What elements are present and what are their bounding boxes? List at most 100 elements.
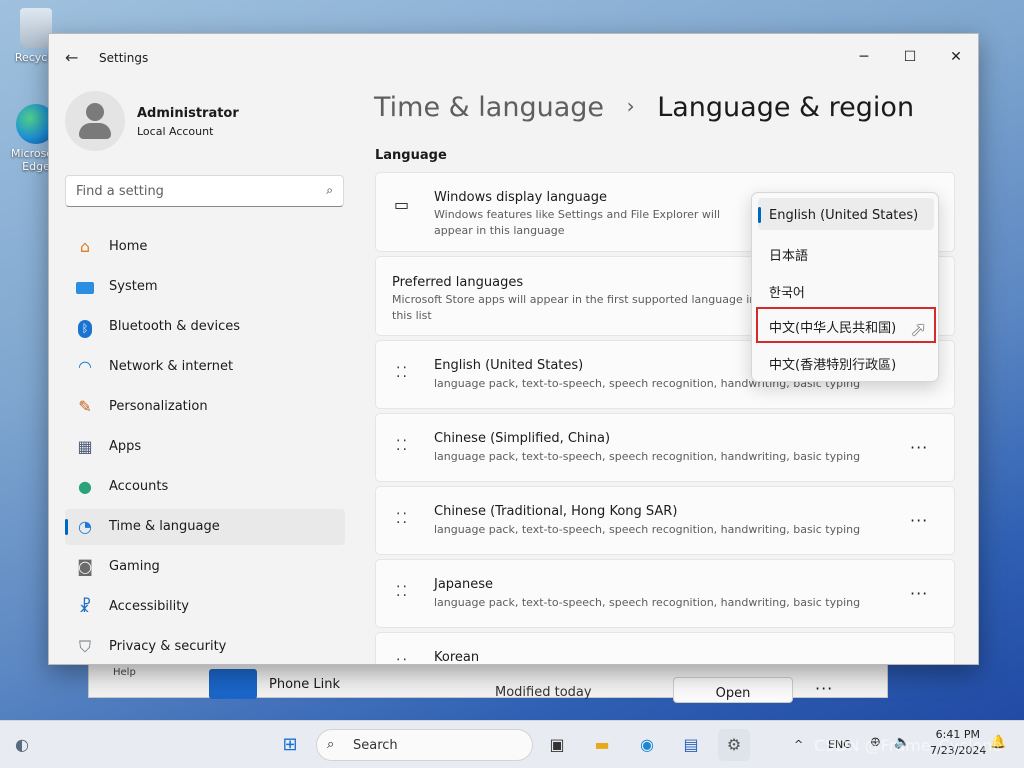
- display-language-description: Windows features like Settings and File …: [434, 208, 721, 237]
- language-name: Korean: [434, 650, 480, 665]
- language-name: Chinese (Simplified, China): [434, 431, 611, 446]
- start-icon[interactable]: ⊞: [274, 729, 306, 761]
- chevron-right-icon: ›: [626, 94, 635, 118]
- sidebar-item-label: Gaming: [109, 559, 160, 574]
- dropdown-option-english[interactable]: English (United States): [758, 198, 934, 230]
- accounts-icon: ●: [78, 477, 92, 496]
- language-features: language pack, text-to-speech, speech re…: [434, 596, 861, 609]
- sidebar-item-time-language[interactable]: ◔ Time & language: [65, 509, 345, 545]
- taskbar-search-label: Search: [353, 738, 398, 753]
- more-icon[interactable]: ···: [815, 679, 833, 698]
- edge-icon[interactable]: ◉: [631, 729, 663, 761]
- title-bar: ← Settings ─ ☐ ✕: [49, 34, 978, 82]
- drag-handle-icon[interactable]: ⁚⁚: [396, 366, 408, 385]
- sidebar-item-bluetooth[interactable]: ᛒ Bluetooth & devices: [65, 309, 345, 345]
- language-row[interactable]: ⁚⁚ Korean ···: [375, 632, 955, 665]
- avatar: [65, 91, 125, 151]
- more-options-button[interactable]: ···: [910, 657, 928, 664]
- laptop-icon: ▭: [394, 195, 410, 214]
- time-language-icon: ◔: [78, 517, 92, 536]
- back-arrow-icon[interactable]: ←: [65, 48, 78, 67]
- drag-handle-icon[interactable]: ⁚⁚: [396, 585, 408, 604]
- sidebar-item-gaming[interactable]: ◙ Gaming: [65, 549, 345, 585]
- preferred-languages-description: Microsoft Store apps will appear in the …: [392, 293, 757, 322]
- sidebar-item-label: Apps: [109, 439, 142, 454]
- phone-link-icon: [209, 669, 257, 699]
- taskbar-search[interactable]: ⌕ Search: [316, 729, 533, 761]
- sidebar-item-privacy[interactable]: ⛉ Privacy & security: [65, 629, 345, 664]
- language-name: Chinese (Traditional, Hong Kong SAR): [434, 504, 678, 519]
- background-window: Help Phone Link Modified today Open ···: [88, 660, 888, 703]
- sidebar-item-personalization[interactable]: ✎ Personalization: [65, 389, 345, 425]
- language-features: language pack, text-to-speech, speech re…: [434, 450, 861, 463]
- store-icon[interactable]: ▤: [675, 729, 707, 761]
- drag-handle-icon[interactable]: ⁚⁚: [396, 439, 408, 458]
- more-options-button[interactable]: ···: [910, 584, 928, 603]
- sidebar-item-label: System: [109, 279, 158, 294]
- language-row[interactable]: ⁚⁚ Japanese language pack, text-to-speec…: [375, 559, 955, 628]
- brush-icon: ✎: [78, 397, 92, 416]
- drag-handle-icon[interactable]: ⁚⁚: [396, 512, 408, 531]
- help-label: Help: [113, 667, 136, 678]
- sidebar-item-label: Privacy & security: [109, 639, 227, 654]
- task-view-icon[interactable]: ▣: [541, 729, 573, 761]
- preferred-languages-title: Preferred languages: [392, 275, 524, 290]
- home-icon: ⌂: [79, 237, 91, 256]
- sidebar-item-accounts[interactable]: ● Accounts: [65, 469, 345, 505]
- sidebar-item-accessibility[interactable]: ☧ Accessibility: [65, 589, 345, 625]
- user-name: Administrator: [137, 106, 239, 121]
- search-input[interactable]: [76, 184, 306, 199]
- dropdown-option-chinese-simplified[interactable]: 中文(中华人民共和国): [756, 307, 936, 343]
- sidebar-item-label: Accessibility: [109, 599, 189, 614]
- language-row[interactable]: ⁚⁚ Chinese (Traditional, Hong Kong SAR) …: [375, 486, 955, 555]
- maximize-button[interactable]: ☐: [887, 42, 933, 72]
- sidebar-item-label: Accounts: [109, 479, 169, 494]
- bluetooth-icon: ᛒ: [75, 318, 95, 338]
- sidebar-item-home[interactable]: ⌂ Home: [65, 229, 345, 265]
- watermark: CSDN @Frame_Cyclone: [814, 736, 1003, 755]
- display-language-title: Windows display language: [434, 190, 607, 205]
- phone-link-name[interactable]: Phone Link: [269, 677, 340, 692]
- account-type: Local Account: [137, 125, 214, 138]
- find-setting-box: ⌕: [65, 175, 344, 207]
- sidebar-item-apps[interactable]: ▦ Apps: [65, 429, 345, 465]
- search-icon: ⌕: [327, 737, 335, 752]
- breadcrumb-parent[interactable]: Time & language: [374, 92, 604, 123]
- sidebar-item-system[interactable]: System: [65, 269, 345, 305]
- network-icon: ◠: [78, 357, 92, 376]
- accessibility-icon: ☧: [78, 597, 92, 616]
- sidebar-item-label: Personalization: [109, 399, 208, 414]
- page-title: Language & region: [657, 92, 915, 123]
- dropdown-option-korean[interactable]: 한국어: [758, 272, 934, 304]
- language-name: English (United States): [434, 358, 584, 373]
- avatar-body: [79, 123, 111, 139]
- open-button[interactable]: Open: [673, 677, 793, 703]
- avatar-head: [86, 103, 104, 121]
- dropdown-option-chinese-hong-kong[interactable]: 中文(香港特別行政區): [758, 344, 934, 376]
- file-explorer-icon[interactable]: ▬: [586, 729, 618, 761]
- sidebar-item-label: Time & language: [109, 519, 220, 534]
- sidebar-item-label: Network & internet: [109, 359, 234, 374]
- widgets-icon[interactable]: ◐: [6, 729, 38, 761]
- minimize-button[interactable]: ─: [841, 42, 887, 72]
- language-row[interactable]: ⁚⁚ Chinese (Simplified, China) language …: [375, 413, 955, 482]
- more-options-button[interactable]: ···: [910, 511, 928, 530]
- more-options-button[interactable]: ···: [910, 438, 928, 457]
- section-heading-language: Language: [375, 148, 447, 163]
- dropdown-option-japanese[interactable]: 日本語: [758, 235, 934, 267]
- sidebar-item-network[interactable]: ◠ Network & internet: [65, 349, 345, 385]
- sidebar-item-label: Bluetooth & devices: [109, 319, 240, 334]
- mouse-pointer-icon: ➚: [910, 317, 927, 341]
- drag-handle-icon[interactable]: ⁚⁚: [396, 658, 408, 664]
- sidebar-nav: ⌂ Home System ᛒ Bluetooth & devices ◠ Ne…: [65, 229, 345, 664]
- language-name: Japanese: [434, 577, 494, 592]
- settings-icon[interactable]: ⚙: [718, 729, 750, 761]
- chevron-up-icon[interactable]: ^: [794, 738, 803, 751]
- search-icon[interactable]: ⌕: [326, 183, 333, 198]
- language-features: language pack, text-to-speech, speech re…: [434, 523, 861, 536]
- apps-icon: ▦: [77, 437, 93, 456]
- settings-window: ← Settings ─ ☐ ✕ Administrator Local Acc…: [48, 33, 979, 665]
- window-title: Settings: [99, 51, 149, 65]
- system-icon: [75, 278, 95, 296]
- close-button[interactable]: ✕: [933, 42, 978, 72]
